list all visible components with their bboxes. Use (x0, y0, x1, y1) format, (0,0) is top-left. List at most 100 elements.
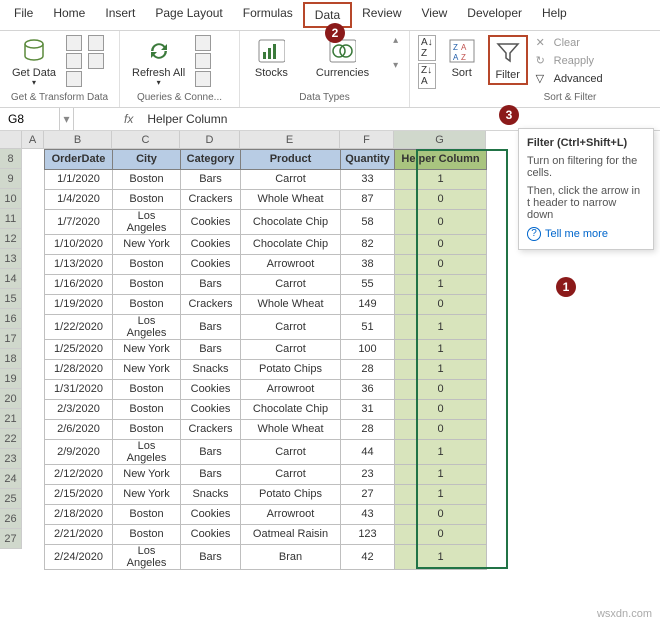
table-cell[interactable]: 1 (395, 464, 487, 484)
table-cell[interactable]: 31 (341, 399, 395, 419)
table-cell[interactable]: Crackers (181, 419, 241, 439)
table-cell[interactable]: Arrowroot (241, 379, 341, 399)
table-header[interactable]: City (113, 149, 181, 169)
table-cell[interactable]: 2/12/2020 (45, 464, 113, 484)
table-cell[interactable]: New York (113, 484, 181, 504)
table-cell[interactable]: 2/24/2020 (45, 544, 113, 569)
table-cell[interactable]: Boston (113, 399, 181, 419)
table-header[interactable]: Helper Column (395, 149, 487, 169)
menu-home[interactable]: Home (43, 2, 95, 28)
table-cell[interactable]: Cookies (181, 399, 241, 419)
data-table[interactable]: OrderDateCityCategoryProductQuantityHelp… (44, 149, 487, 570)
menu-view[interactable]: View (412, 2, 458, 28)
table-cell[interactable]: New York (113, 359, 181, 379)
row-header-18[interactable]: 18 (0, 349, 22, 369)
table-cell[interactable]: Boston (113, 524, 181, 544)
table-cell[interactable]: 1/28/2020 (45, 359, 113, 379)
table-cell[interactable]: Oatmeal Raisin (241, 524, 341, 544)
table-cell[interactable]: 1/10/2020 (45, 234, 113, 254)
row-header-21[interactable]: 21 (0, 409, 22, 429)
table-cell[interactable]: 27 (341, 484, 395, 504)
table-cell[interactable]: Whole Wheat (241, 189, 341, 209)
table-header[interactable]: Category (181, 149, 241, 169)
table-cell[interactable]: Carrot (241, 464, 341, 484)
table-cell[interactable]: New York (113, 464, 181, 484)
stocks-button[interactable]: Stocks (251, 35, 292, 81)
row-header-15[interactable]: 15 (0, 289, 22, 309)
table-cell[interactable]: 0 (395, 524, 487, 544)
col-header-A[interactable]: A (22, 131, 44, 149)
table-cell[interactable]: 82 (341, 234, 395, 254)
fx-icon[interactable]: fx (114, 110, 143, 128)
table-cell[interactable]: Los Angeles (113, 209, 181, 234)
table-cell[interactable]: 123 (341, 524, 395, 544)
row-header-13[interactable]: 13 (0, 249, 22, 269)
row-headers[interactable]: 89101112131415161718192021222324252627 (0, 149, 22, 549)
table-cell[interactable]: Los Angeles (113, 439, 181, 464)
table-cell[interactable]: 1/1/2020 (45, 169, 113, 189)
table-cell[interactable]: 1 (395, 339, 487, 359)
get-data-button[interactable]: Get Data ▾ (8, 35, 60, 90)
table-cell[interactable]: 0 (395, 189, 487, 209)
table-cell[interactable]: 0 (395, 254, 487, 274)
table-cell[interactable]: Carrot (241, 274, 341, 294)
table-cell[interactable]: 0 (395, 399, 487, 419)
clear-button[interactable]: ✕Clear (534, 35, 605, 51)
table-cell[interactable]: Bars (181, 169, 241, 189)
table-cell[interactable]: 2/15/2020 (45, 484, 113, 504)
row-header-14[interactable]: 14 (0, 269, 22, 289)
row-header-10[interactable]: 10 (0, 189, 22, 209)
table-cell[interactable]: 2/6/2020 (45, 419, 113, 439)
table-cell[interactable]: Potato Chips (241, 359, 341, 379)
menu-page-layout[interactable]: Page Layout (145, 2, 232, 28)
col-header-D[interactable]: D (180, 131, 240, 149)
table-cell[interactable]: Bars (181, 439, 241, 464)
table-cell[interactable]: 0 (395, 504, 487, 524)
table-cell[interactable]: 28 (341, 419, 395, 439)
row-header-20[interactable]: 20 (0, 389, 22, 409)
menu-help[interactable]: Help (532, 2, 577, 28)
tooltip-tell-me-more[interactable]: ? Tell me more (527, 227, 645, 241)
table-cell[interactable]: 1 (395, 169, 487, 189)
table-cell[interactable]: New York (113, 339, 181, 359)
table-cell[interactable]: 1 (395, 274, 487, 294)
row-header-16[interactable]: 16 (0, 309, 22, 329)
table-cell[interactable]: Carrot (241, 339, 341, 359)
table-cell[interactable]: Boston (113, 379, 181, 399)
table-cell[interactable]: Boston (113, 274, 181, 294)
currencies-button[interactable]: Currencies (312, 35, 373, 81)
table-cell[interactable]: Arrowroot (241, 254, 341, 274)
row-header-9[interactable]: 9 (0, 169, 22, 189)
table-cell[interactable]: Bran (241, 544, 341, 569)
table-cell[interactable]: Carrot (241, 169, 341, 189)
menu-formulas[interactable]: Formulas (233, 2, 303, 28)
table-cell[interactable]: Bars (181, 314, 241, 339)
table-cell[interactable]: Crackers (181, 189, 241, 209)
table-header[interactable]: OrderDate (45, 149, 113, 169)
table-cell[interactable]: 0 (395, 209, 487, 234)
col-header-C[interactable]: C (112, 131, 180, 149)
table-cell[interactable]: Crackers (181, 294, 241, 314)
table-cell[interactable]: 33 (341, 169, 395, 189)
table-cell[interactable]: 87 (341, 189, 395, 209)
table-cell[interactable]: 100 (341, 339, 395, 359)
table-cell[interactable]: 43 (341, 504, 395, 524)
table-cell[interactable]: 1 (395, 484, 487, 504)
table-cell[interactable]: Boston (113, 419, 181, 439)
table-cell[interactable]: 51 (341, 314, 395, 339)
table-cell[interactable]: Chocolate Chip (241, 209, 341, 234)
col-header-B[interactable]: B (44, 131, 112, 149)
menu-review[interactable]: Review (352, 2, 411, 28)
row-header-11[interactable]: 11 (0, 209, 22, 229)
table-cell[interactable]: 1 (395, 314, 487, 339)
table-header[interactable]: Product (241, 149, 341, 169)
table-cell[interactable]: 1/31/2020 (45, 379, 113, 399)
table-cell[interactable]: Carrot (241, 439, 341, 464)
row-header-25[interactable]: 25 (0, 489, 22, 509)
table-cell[interactable]: Cookies (181, 254, 241, 274)
table-cell[interactable]: Potato Chips (241, 484, 341, 504)
table-cell[interactable]: Boston (113, 169, 181, 189)
row-header-26[interactable]: 26 (0, 509, 22, 529)
table-cell[interactable]: 1/25/2020 (45, 339, 113, 359)
menu-file[interactable]: File (4, 2, 43, 28)
